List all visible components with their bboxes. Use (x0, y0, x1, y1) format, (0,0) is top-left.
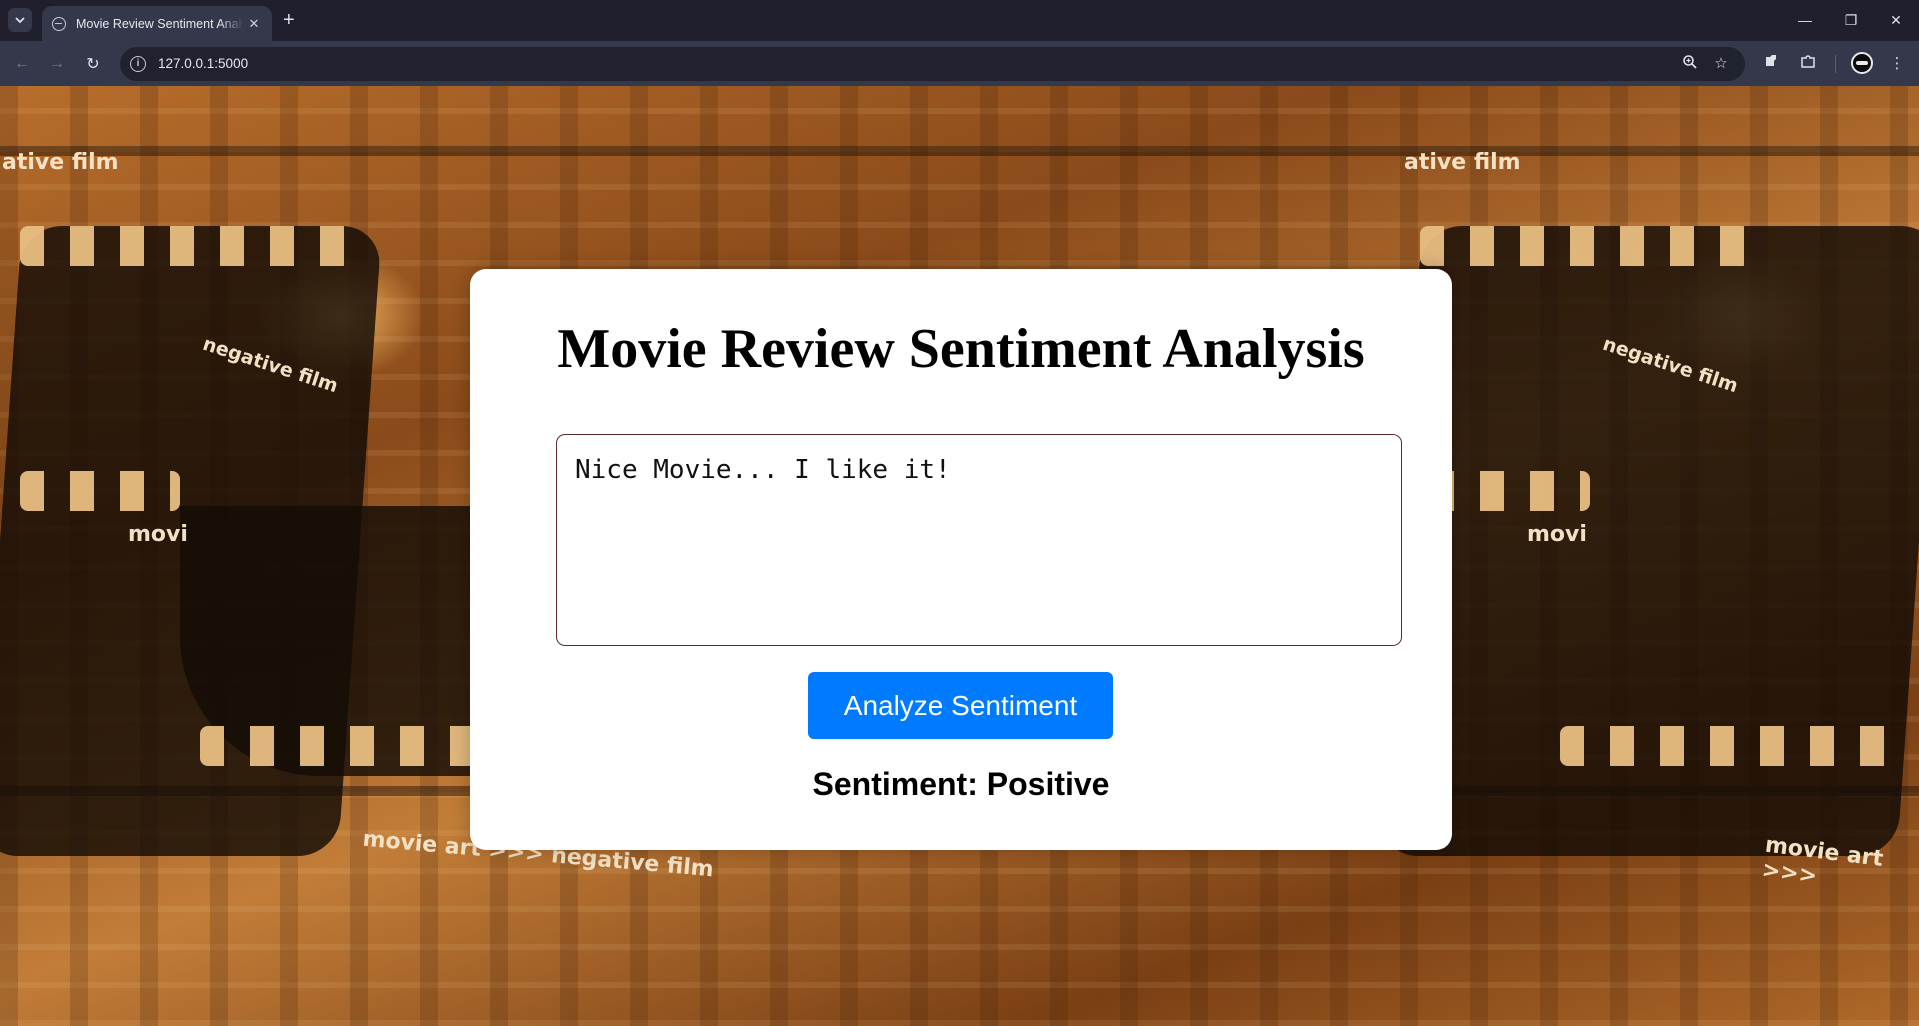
film-holes (1420, 226, 1750, 266)
zoom-icon[interactable] (1680, 54, 1700, 74)
url-text: 127.0.0.1:5000 (158, 56, 249, 71)
sentiment-result: Sentiment: Positive (812, 766, 1110, 802)
toolbar-divider (1835, 55, 1836, 73)
background-band (0, 146, 1919, 156)
film-holes (1430, 471, 1590, 511)
tab-search-button[interactable] (8, 8, 32, 32)
strip-text: movie art >>> (1760, 832, 1885, 890)
new-tab-button[interactable]: + (283, 8, 295, 32)
page-title: Movie Review Sentiment Analysis (557, 318, 1365, 380)
review-textarea[interactable]: Nice Movie... I like it! (556, 434, 1402, 646)
strip-text: movi (128, 522, 188, 547)
film-holes (1560, 726, 1910, 766)
close-icon[interactable]: ✕ (246, 16, 262, 32)
minimize-icon: — (1798, 12, 1812, 28)
reload-icon: ↻ (86, 56, 100, 73)
forward-icon: → (49, 55, 65, 72)
menu-dots-icon[interactable]: ⋮ (1886, 53, 1908, 75)
profile-avatar[interactable] (1851, 52, 1873, 74)
browser-toolbar: ← → ↻ i 127.0.0.1:5000 ☆ ⋮ (0, 41, 1919, 86)
star-icon[interactable]: ☆ (1711, 54, 1731, 74)
tab-title: Movie Review Sentiment Analysis (76, 16, 244, 31)
site-info-icon[interactable]: i (130, 56, 146, 72)
back-button[interactable]: ← (10, 52, 34, 76)
sentiment-card: Movie Review Sentiment Analysis Nice Mov… (470, 269, 1452, 850)
close-window-icon: ✕ (1890, 11, 1902, 28)
minimize-button[interactable]: — (1782, 0, 1828, 40)
extension-icon[interactable] (1760, 53, 1782, 75)
plus-icon: + (283, 9, 295, 31)
analyze-sentiment-button[interactable]: Analyze Sentiment (808, 672, 1113, 739)
strip-text: ative film (2, 150, 119, 175)
film-holes (20, 471, 180, 511)
chevron-down-icon (15, 17, 25, 24)
forward-button[interactable]: → (45, 52, 69, 76)
page-viewport: ative film ative film negative film nega… (0, 86, 1919, 1026)
restore-button[interactable]: ❐ (1828, 0, 1874, 40)
back-icon: ← (14, 55, 30, 72)
address-bar[interactable]: i 127.0.0.1:5000 ☆ (120, 47, 1745, 81)
restore-icon: ❐ (1844, 11, 1858, 28)
active-tab[interactable]: Movie Review Sentiment Analysis ✕ (42, 6, 272, 41)
film-holes (20, 226, 350, 266)
strip-text: ative film (1404, 150, 1521, 175)
tab-strip: Movie Review Sentiment Analysis ✕ + — ❐ … (0, 0, 1919, 41)
reload-button[interactable]: ↻ (81, 52, 105, 76)
extension-puzzle-icon[interactable] (1797, 53, 1819, 75)
strip-text: movi (1527, 522, 1587, 547)
close-window-button[interactable]: ✕ (1873, 0, 1919, 40)
globe-icon (52, 16, 66, 31)
